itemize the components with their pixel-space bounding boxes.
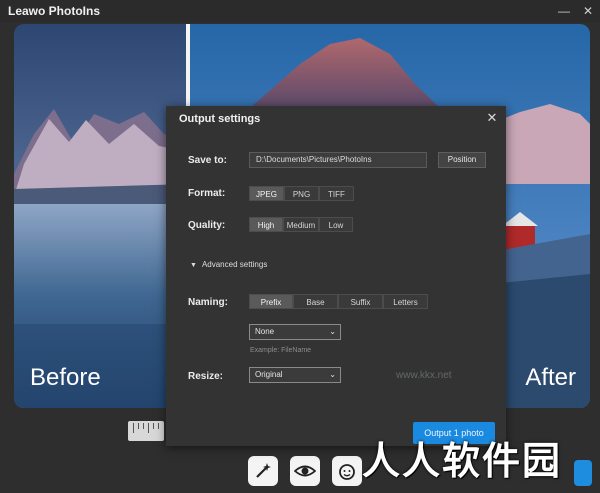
format-selector: JPEG PNG TIFF — [249, 186, 354, 201]
advanced-settings-label: Advanced settings — [201, 260, 268, 269]
quality-label: Quality: — [188, 220, 226, 231]
dialog-title: Output settings — [179, 113, 261, 125]
advanced-settings-toggle[interactable]: ▼ Advanced settings — [190, 260, 267, 269]
chevron-down-icon: ⌄ — [329, 327, 336, 336]
position-button[interactable]: Position — [438, 152, 486, 168]
format-label: Format: — [188, 188, 226, 199]
before-image — [14, 24, 190, 408]
chevron-down-icon: ⌄ — [329, 370, 336, 379]
face-icon[interactable] — [332, 456, 362, 486]
site-logo-watermark: 人人软件园 — [362, 439, 563, 483]
naming-option-prefix[interactable]: Prefix — [249, 294, 293, 309]
site-watermark: www.kkx.net — [396, 370, 452, 381]
title-bar: Leawo PhotoIns — ✕ — [0, 0, 600, 22]
start-button[interactable] — [574, 460, 592, 486]
zoom-ruler[interactable] — [128, 421, 164, 441]
naming-example: Example: FileName — [250, 347, 312, 354]
minimize-button[interactable]: — — [552, 0, 576, 22]
app-window: Leawo PhotoIns — ✕ Before After Output s… — [0, 0, 600, 493]
naming-option-letters[interactable]: Letters — [383, 294, 428, 309]
naming-option-base[interactable]: Base — [293, 294, 338, 309]
quality-selector: High Medium Low — [249, 217, 353, 232]
dialog-header: Output settings — [166, 106, 506, 132]
naming-dropdown[interactable]: None ⌄ — [249, 324, 341, 340]
quality-option-medium[interactable]: Medium — [283, 217, 319, 232]
eye-icon[interactable] — [290, 456, 320, 486]
save-path-field[interactable]: D:\Documents\Pictures\PhotoIns — [249, 152, 427, 168]
naming-label: Naming: — [188, 297, 228, 308]
output-settings-dialog: Output settings ✕ Save to: D:\Documents\… — [166, 106, 506, 446]
naming-option-suffix[interactable]: Suffix — [338, 294, 383, 309]
after-label: After — [525, 364, 576, 391]
dialog-close-button[interactable]: ✕ — [484, 110, 500, 126]
app-title: Leawo PhotoIns — [8, 4, 101, 18]
naming-dropdown-value: None — [255, 327, 275, 336]
quality-option-low[interactable]: Low — [319, 217, 353, 232]
caret-down-icon: ▼ — [190, 262, 197, 269]
format-option-png[interactable]: PNG — [284, 186, 319, 201]
close-window-button[interactable]: ✕ — [576, 0, 600, 22]
bottom-toolbar — [248, 456, 362, 486]
resize-dropdown-value: Original — [255, 370, 283, 379]
naming-selector: Prefix Base Suffix Letters — [249, 294, 428, 309]
format-option-jpeg[interactable]: JPEG — [249, 186, 284, 201]
before-label: Before — [30, 364, 101, 391]
window-controls: — ✕ — [552, 0, 600, 22]
resize-dropdown[interactable]: Original ⌄ — [249, 367, 341, 383]
magic-wand-icon[interactable] — [248, 456, 278, 486]
quality-option-high[interactable]: High — [249, 217, 283, 232]
format-option-tiff[interactable]: TIFF — [319, 186, 354, 201]
resize-label: Resize: — [188, 371, 224, 382]
save-to-label: Save to: — [188, 155, 227, 166]
